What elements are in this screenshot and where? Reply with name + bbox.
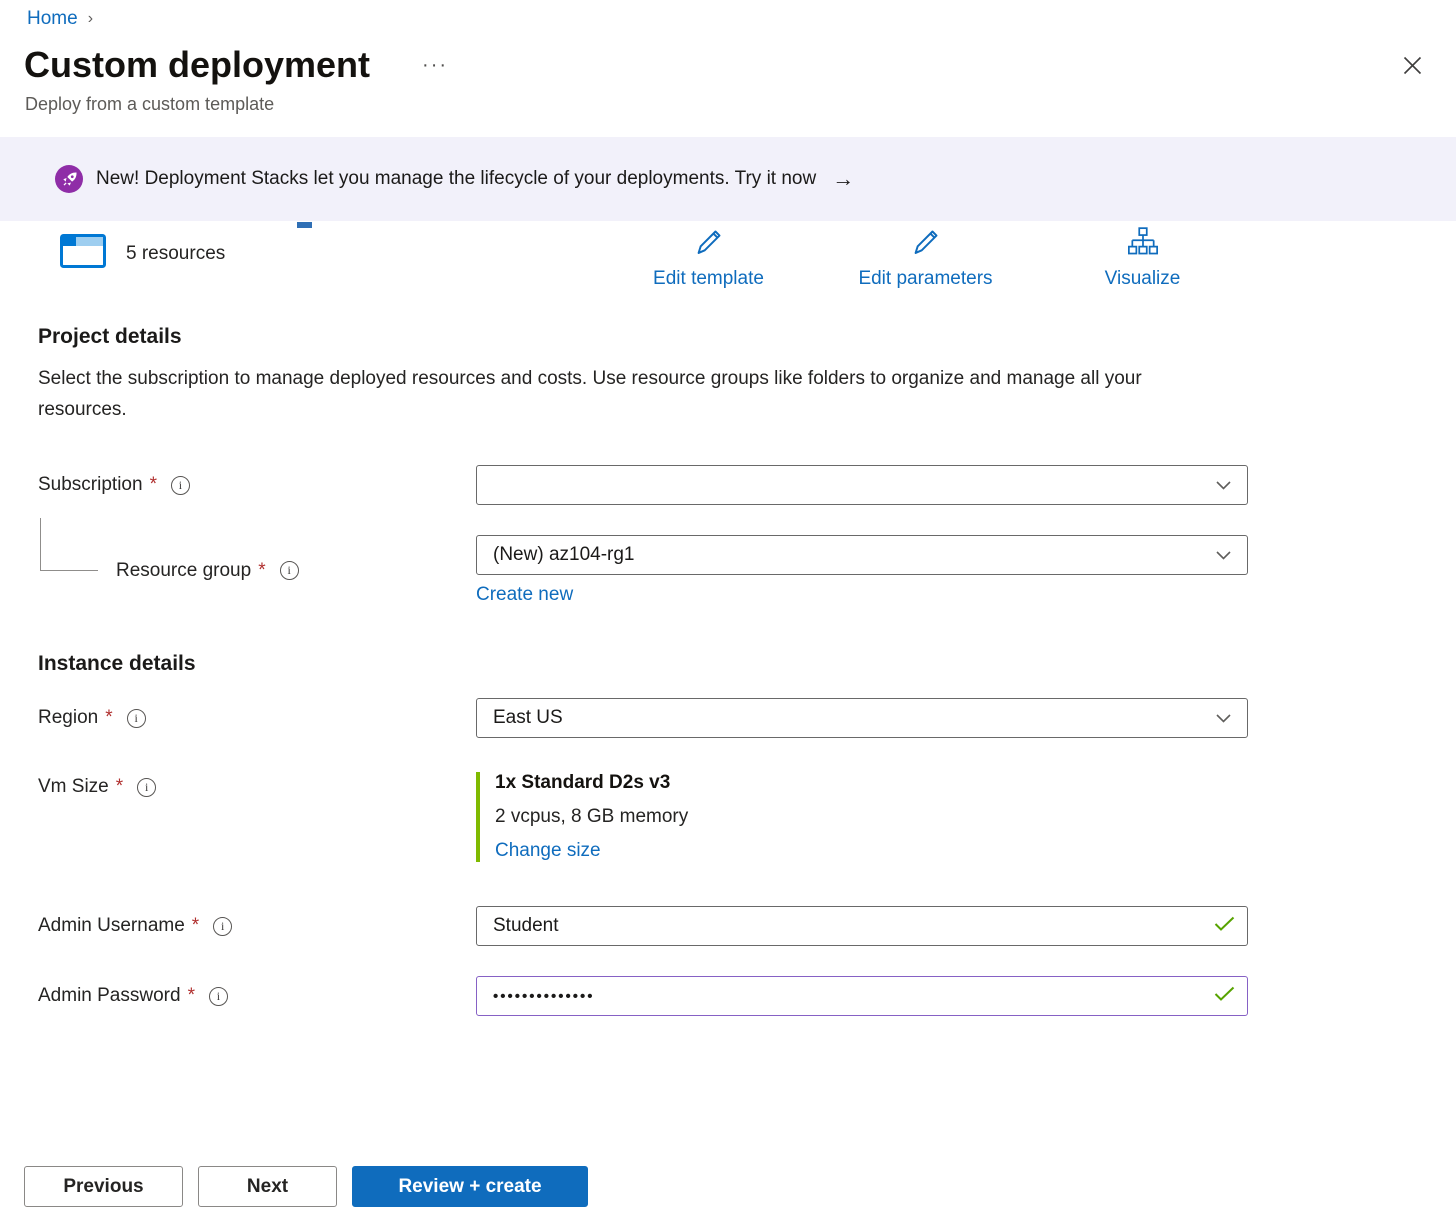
rocket-icon bbox=[55, 165, 83, 193]
admin-username-row: Admin Username * bbox=[38, 906, 1456, 946]
region-value: East US bbox=[493, 707, 563, 729]
indent-connector-line bbox=[40, 518, 98, 571]
region-field-cell: East US bbox=[476, 698, 1248, 738]
admin-password-label: Admin Password bbox=[38, 985, 181, 1007]
close-icon[interactable] bbox=[1399, 52, 1426, 79]
resource-group-label: Resource group bbox=[116, 560, 251, 582]
project-details-description: Select the subscription to manage deploy… bbox=[38, 363, 1188, 425]
admin-password-field-cell bbox=[476, 976, 1248, 1016]
chevron-down-icon bbox=[1216, 544, 1231, 566]
pencil-icon bbox=[694, 227, 724, 263]
page-header: Custom deployment ··· bbox=[24, 44, 1426, 86]
admin-username-label: Admin Username bbox=[38, 915, 185, 937]
valid-check-icon bbox=[1214, 916, 1235, 936]
resource-group-row: Resource group * (New) az104-rg1 Create … bbox=[38, 535, 1456, 606]
custom-deployment-page: { "breadcrumb": { "home": "Home", "separ… bbox=[0, 0, 1456, 1219]
deployment-stacks-banner: New! Deployment Stacks let you manage th… bbox=[0, 137, 1456, 221]
more-menu-button[interactable]: ··· bbox=[422, 54, 448, 77]
subscription-label-cell: Subscription * bbox=[38, 474, 476, 496]
create-new-link[interactable]: Create new bbox=[476, 584, 573, 606]
subscription-label: Subscription bbox=[38, 474, 143, 496]
form-content: Project details Select the subscription … bbox=[0, 325, 1456, 1016]
pencil-icon bbox=[911, 227, 941, 263]
template-resources: 5 resources bbox=[60, 233, 225, 274]
edit-template-label: Edit template bbox=[653, 268, 764, 290]
breadcrumb-home-link[interactable]: Home bbox=[27, 8, 78, 30]
region-row: Region * East US bbox=[38, 698, 1456, 738]
chevron-down-icon bbox=[1216, 707, 1231, 729]
admin-password-label-cell: Admin Password * bbox=[38, 985, 476, 1007]
admin-username-label-cell: Admin Username * bbox=[38, 915, 476, 937]
resources-count: 5 resources bbox=[126, 243, 225, 265]
resource-group-value: (New) az104-rg1 bbox=[493, 544, 635, 566]
project-details-heading: Project details bbox=[38, 325, 1456, 349]
admin-password-input[interactable] bbox=[493, 988, 1204, 1005]
change-size-link[interactable]: Change size bbox=[495, 840, 601, 862]
template-actions: Edit template Edit parameters bbox=[600, 227, 1251, 290]
vm-size-label: Vm Size bbox=[38, 776, 109, 798]
vm-size-field-cell: 1x Standard D2s v3 2 vcpus, 8 GB memory … bbox=[476, 772, 1248, 862]
vm-size-selection: 1x Standard D2s v3 bbox=[495, 772, 1248, 794]
admin-username-input[interactable] bbox=[493, 915, 1204, 937]
resource-group-field-cell: (New) az104-rg1 Create new bbox=[476, 535, 1248, 606]
wizard-footer: Previous Next Review + create bbox=[24, 1166, 588, 1207]
region-label: Region bbox=[38, 707, 98, 729]
required-asterisk: * bbox=[188, 985, 195, 1007]
visualize-link[interactable]: Visualize bbox=[1034, 227, 1251, 290]
visualize-label: Visualize bbox=[1105, 268, 1181, 290]
instance-details-heading: Instance details bbox=[38, 652, 1456, 676]
review-create-button[interactable]: Review + create bbox=[352, 1166, 588, 1207]
resource-group-label-cell: Resource group * bbox=[38, 551, 476, 591]
required-asterisk: * bbox=[105, 707, 112, 729]
edit-template-link[interactable]: Edit template bbox=[600, 227, 817, 290]
edit-parameters-label: Edit parameters bbox=[858, 268, 992, 290]
chevron-down-icon bbox=[1216, 474, 1231, 496]
resource-group-dropdown[interactable]: (New) az104-rg1 bbox=[476, 535, 1248, 575]
template-bar: 5 resources Edit template Edit parameter… bbox=[0, 221, 1456, 291]
arrow-right-icon[interactable]: → bbox=[832, 166, 854, 192]
visualize-icon bbox=[1128, 227, 1158, 263]
admin-username-field-cell bbox=[476, 906, 1248, 946]
info-icon[interactable] bbox=[280, 561, 299, 580]
required-asterisk: * bbox=[116, 776, 123, 798]
region-dropdown[interactable]: East US bbox=[476, 698, 1248, 738]
banner-message: New! Deployment Stacks let you manage th… bbox=[96, 168, 816, 190]
required-asterisk: * bbox=[192, 915, 199, 937]
subscription-field-cell bbox=[476, 465, 1248, 505]
required-asterisk: * bbox=[150, 474, 157, 496]
info-icon[interactable] bbox=[171, 476, 190, 495]
next-button[interactable]: Next bbox=[198, 1166, 337, 1207]
subscription-row: Subscription * bbox=[38, 465, 1456, 505]
info-icon[interactable] bbox=[137, 778, 156, 797]
page-title: Custom deployment bbox=[24, 44, 370, 86]
template-icon bbox=[60, 233, 106, 274]
vm-size-row: Vm Size * 1x Standard D2s v3 2 vcpus, 8 … bbox=[38, 772, 1456, 862]
page-subtitle: Deploy from a custom template bbox=[25, 94, 1456, 115]
required-asterisk: * bbox=[258, 560, 265, 582]
admin-password-input-box bbox=[476, 976, 1248, 1016]
info-icon[interactable] bbox=[127, 709, 146, 728]
info-icon[interactable] bbox=[213, 917, 232, 936]
edit-parameters-link[interactable]: Edit parameters bbox=[817, 227, 1034, 290]
subscription-dropdown[interactable] bbox=[476, 465, 1248, 505]
admin-username-input-box bbox=[476, 906, 1248, 946]
previous-button[interactable]: Previous bbox=[24, 1166, 183, 1207]
vm-size-summary: 1x Standard D2s v3 2 vcpus, 8 GB memory … bbox=[476, 772, 1248, 862]
valid-check-icon bbox=[1214, 986, 1235, 1006]
vm-size-label-cell: Vm Size * bbox=[38, 776, 476, 798]
vm-size-specs: 2 vcpus, 8 GB memory bbox=[495, 806, 1248, 828]
breadcrumb-chevron-icon: › bbox=[88, 10, 93, 28]
region-label-cell: Region * bbox=[38, 707, 476, 729]
info-icon[interactable] bbox=[209, 987, 228, 1006]
admin-password-row: Admin Password * bbox=[38, 976, 1456, 1016]
breadcrumb: Home › bbox=[0, 0, 1456, 30]
